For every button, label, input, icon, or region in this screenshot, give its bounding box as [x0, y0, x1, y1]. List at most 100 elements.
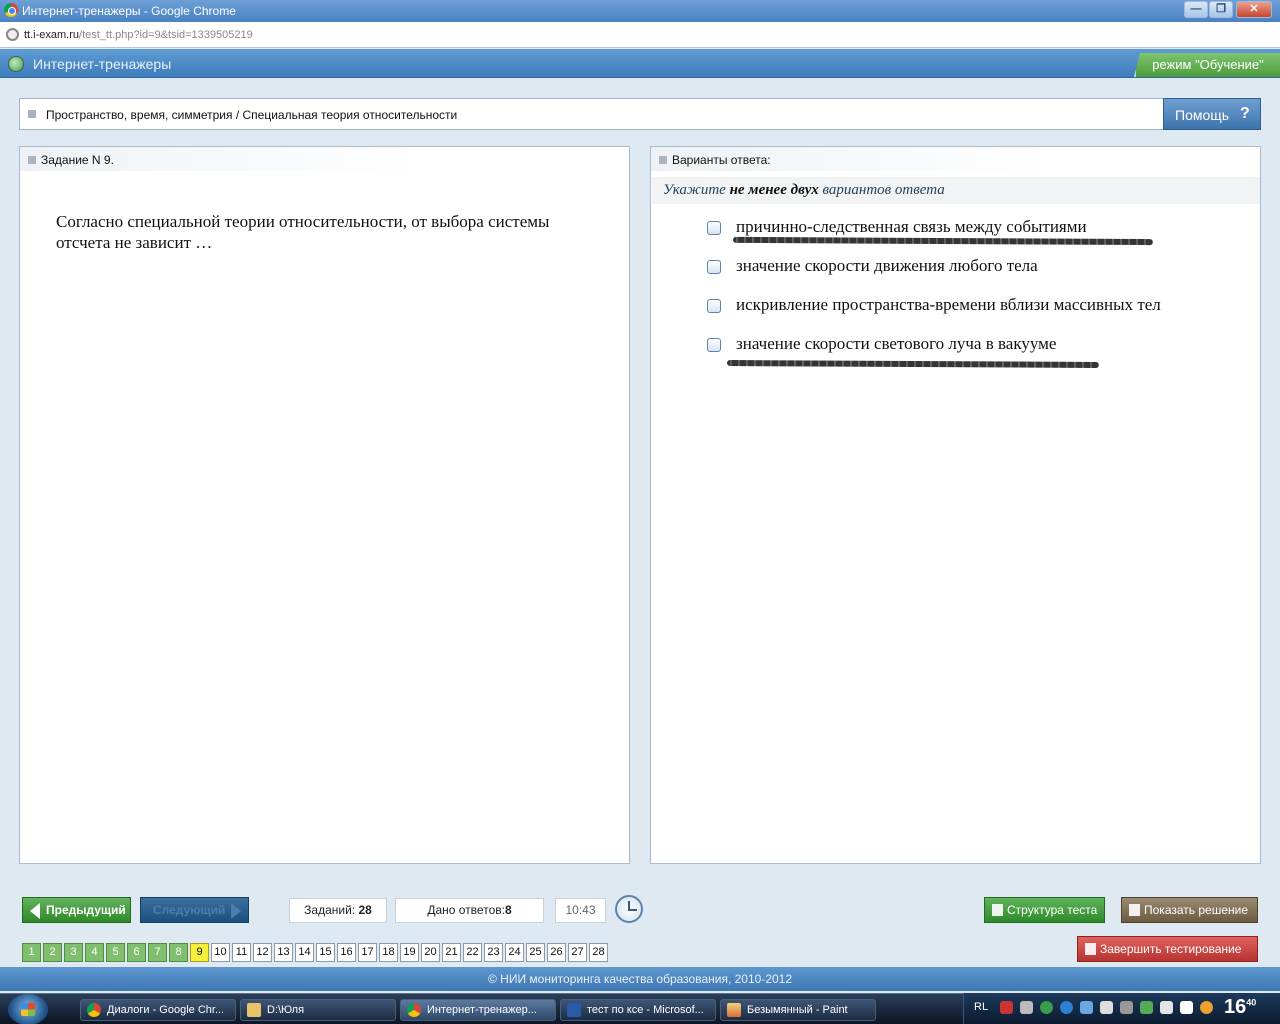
answer-instruction: Укажите не менее двух вариантов ответа	[652, 177, 1260, 204]
page-button[interactable]: 8	[169, 943, 188, 962]
answers-count: Дано ответов:8	[395, 898, 544, 923]
page-button[interactable]: 25	[526, 943, 545, 962]
bullet-icon	[659, 156, 667, 164]
arrow-right-icon	[231, 903, 241, 919]
previous-button[interactable]: Предыдущий	[22, 897, 131, 923]
book-icon	[1129, 904, 1140, 916]
option-label[interactable]: причинно-следственная связь между событи…	[736, 217, 1087, 237]
task-header: Задание N 9.	[20, 147, 420, 171]
page-button[interactable]: 27	[568, 943, 587, 962]
page-button[interactable]: 19	[400, 943, 419, 962]
checkbox[interactable]	[707, 260, 721, 274]
previous-label: Предыдущий	[46, 903, 126, 917]
page-button[interactable]: 11	[232, 943, 251, 962]
question-text: Согласно специальной теории относительно…	[56, 212, 550, 252]
start-button[interactable]	[8, 994, 48, 1024]
page-button[interactable]: 6	[127, 943, 146, 962]
chrome-icon	[4, 3, 18, 17]
taskbar-item[interactable]: Интернет-тренажер...	[400, 999, 556, 1021]
vk-icon[interactable]	[1180, 1001, 1193, 1014]
footer: © НИИ мониторинга качества образования, …	[0, 967, 1280, 991]
scribble-mark	[732, 236, 1154, 246]
system-tray: RL 1640	[963, 993, 1280, 1024]
taskbar-item[interactable]: D:\Юля	[240, 999, 396, 1021]
nvidia-icon[interactable]	[1140, 1001, 1153, 1014]
page-button[interactable]: 23	[484, 943, 503, 962]
page-button[interactable]: 17	[358, 943, 377, 962]
breadcrumb: Пространство, время, симметрия / Специал…	[19, 98, 1164, 130]
page-button[interactable]: 16	[337, 943, 356, 962]
mode-badge: режим "Обучение"	[1134, 53, 1280, 77]
help-icon: ?	[1240, 105, 1250, 122]
page-button[interactable]: 14	[295, 943, 314, 962]
breadcrumb-text: Пространство, время, симметрия / Специал…	[46, 108, 458, 122]
page-button[interactable]: 1	[22, 943, 41, 962]
folder-icon	[247, 1003, 261, 1017]
page-button[interactable]: 20	[421, 943, 440, 962]
page-button[interactable]: 4	[85, 943, 104, 962]
chrome-icon	[407, 1003, 421, 1017]
page-button[interactable]: 13	[274, 943, 293, 962]
acrobat-icon[interactable]	[1000, 1001, 1013, 1014]
arrow-left-icon	[30, 903, 40, 919]
bullet-icon	[28, 110, 36, 118]
page-button[interactable]: 18	[379, 943, 398, 962]
close-button[interactable]: ✕	[1236, 1, 1272, 18]
structure-label: Структура теста	[1007, 903, 1098, 917]
page-button[interactable]: 24	[505, 943, 524, 962]
network-icon[interactable]	[1020, 1001, 1033, 1014]
page-button[interactable]: 10	[211, 943, 230, 962]
taskbar-item[interactable]: Диалоги - Google Chr...	[80, 999, 236, 1021]
page-button[interactable]: 3	[64, 943, 83, 962]
page-button[interactable]: 12	[253, 943, 272, 962]
url-text[interactable]: tt.i-exam.ru/test_tt.php?id=9&tsid=13395…	[24, 29, 253, 41]
structure-button[interactable]: Структура теста	[984, 897, 1105, 923]
page-icon	[6, 28, 19, 41]
checkbox[interactable]	[707, 299, 721, 313]
help-button[interactable]: Помощь ?	[1163, 98, 1261, 130]
option-label[interactable]: значение скорости движения любого тела	[736, 256, 1038, 276]
checkbox[interactable]	[707, 221, 721, 235]
page-button[interactable]: 7	[148, 943, 167, 962]
option-label[interactable]: искривление пространства-времени вблизи …	[736, 295, 1161, 315]
option-label[interactable]: значение скорости светового луча в вакуу…	[736, 334, 1056, 354]
show-solution-button[interactable]: Показать решение	[1121, 897, 1258, 923]
address-bar[interactable]: tt.i-exam.ru/test_tt.php?id=9&tsid=13395…	[0, 22, 1280, 48]
finish-label: Завершить тестирование	[1100, 942, 1242, 956]
updates-icon[interactable]	[1200, 1001, 1213, 1014]
page-button[interactable]: 28	[589, 943, 608, 962]
runner-icon	[1085, 943, 1096, 955]
bullet-icon	[28, 156, 36, 164]
skype-icon[interactable]	[1060, 1001, 1073, 1014]
page-button[interactable]: 15	[316, 943, 335, 962]
taskbar-item[interactable]: тест по ксе - Microsof...	[560, 999, 716, 1021]
maximize-button[interactable]: ❐	[1209, 1, 1233, 18]
clock-time[interactable]: 1640	[1224, 996, 1256, 1019]
clock-icon	[615, 895, 643, 923]
page-button[interactable]: 9	[190, 943, 209, 962]
site-name: Интернет-тренажеры	[33, 56, 172, 72]
display-icon[interactable]	[1160, 1001, 1173, 1014]
volume-icon[interactable]	[1100, 1001, 1113, 1014]
page-button[interactable]: 21	[442, 943, 461, 962]
language-indicator[interactable]: RL	[974, 1001, 988, 1013]
usb-icon[interactable]	[1120, 1001, 1133, 1014]
page-button[interactable]: 22	[463, 943, 482, 962]
page-button[interactable]: 5	[106, 943, 125, 962]
page-button[interactable]: 2	[43, 943, 62, 962]
next-button[interactable]: Следующий	[140, 897, 249, 923]
answers-panel: Варианты ответа: Укажите не менее двух в…	[650, 146, 1261, 864]
list-icon	[992, 904, 1003, 916]
utorrent-icon[interactable]	[1040, 1001, 1053, 1014]
checkbox[interactable]	[707, 338, 721, 352]
page-button[interactable]: 26	[547, 943, 566, 962]
word-icon	[567, 1003, 581, 1017]
answers-title: Варианты ответа:	[672, 153, 771, 167]
bluetooth-icon[interactable]	[1080, 1001, 1093, 1014]
finish-button[interactable]: Завершить тестирование	[1077, 936, 1258, 962]
task-panel: Задание N 9. Согласно специальной теории…	[19, 146, 630, 864]
tasks-count: Заданий: 28	[289, 898, 387, 923]
taskbar-item[interactable]: Безымянный - Paint	[720, 999, 876, 1021]
timer: 10:43	[555, 898, 606, 923]
minimize-button[interactable]: —	[1184, 1, 1208, 18]
